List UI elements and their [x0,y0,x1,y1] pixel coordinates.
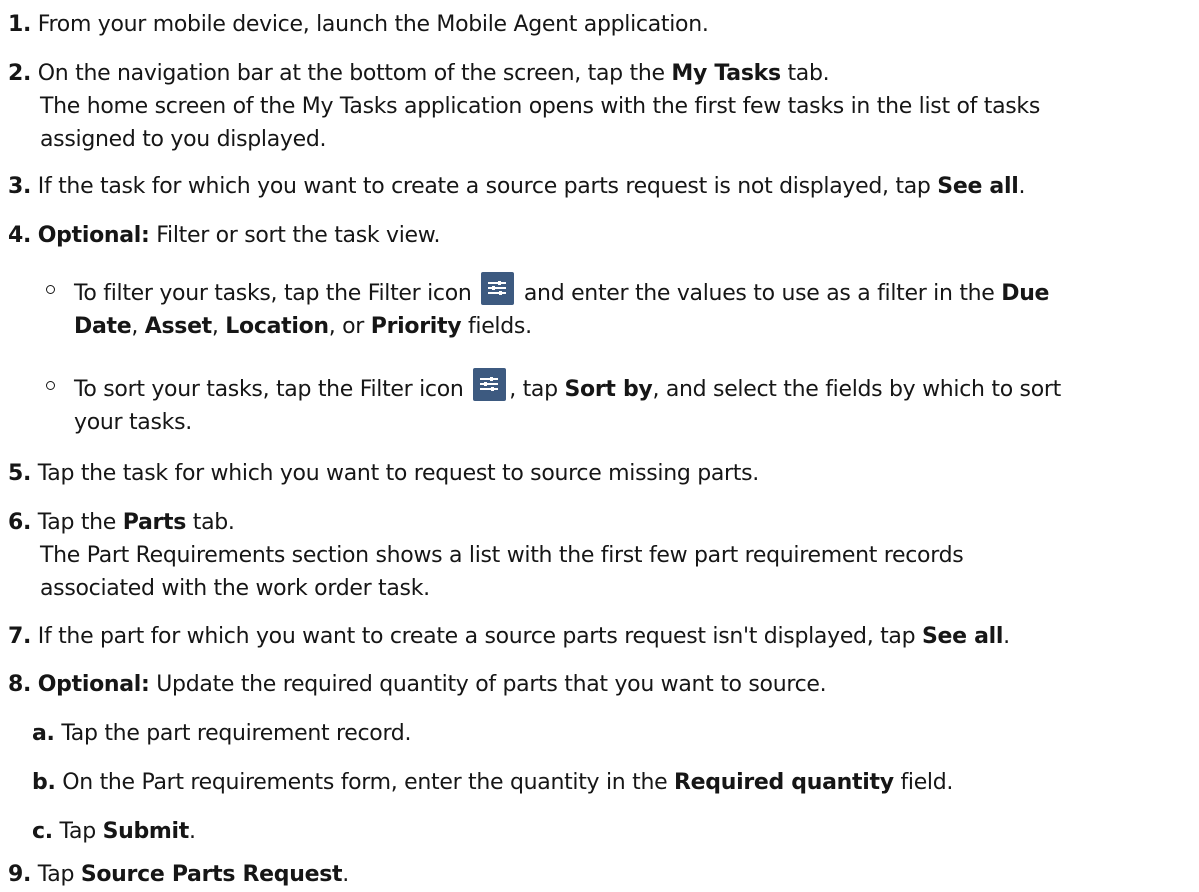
step-number: 9. [8,862,32,887]
step-text-end: . [342,862,349,887]
step-text: From your mobile device, launch the Mobi… [37,12,709,37]
step-text: If the part for which you want to create… [37,624,922,649]
step-number: 1. [8,12,32,37]
step-result-cont: assigned to you displayed. [40,127,327,152]
bullet-icon [46,285,55,294]
step-result-cont: associated with the work order task. [40,576,430,601]
bullet-text-end: fields. [461,314,532,339]
due-date-field-label: Due [1001,281,1050,306]
step-number: 5. [8,461,32,486]
step-number: 2. [8,61,32,86]
bullet-icon [46,381,55,390]
step-text: If the task for which you want to create… [37,174,938,199]
step-result: The Part Requirements section shows a li… [40,543,964,568]
step-number: 3. [8,174,32,199]
bullet-text-cont: , tap [509,377,565,402]
step-text: Tap [37,862,81,887]
substep-text-end: . [189,819,196,844]
step-6: 6. Tap the Parts tab. The Part Requireme… [8,506,1199,605]
step-text: Filter or sort the task view. [149,223,441,248]
bullet-text: To sort your tasks, tap the Filter icon [74,377,471,402]
bullet-text-line2: your tasks. [74,410,192,435]
see-all-label: See all [921,624,1004,649]
sort-by-label: Sort by [564,377,653,402]
step-text: Update the required quantity of parts th… [149,672,827,697]
location-field-label: Location [225,314,329,339]
step-4: 4. Optional: Filter or sort the task vie… [8,219,1199,252]
submit-label: Submit [102,819,190,844]
my-tasks-label: My Tasks [671,61,781,86]
filter-icon [481,272,515,305]
separator: , [131,314,145,339]
step-1: 1. From your mobile device, launch the M… [8,8,1199,41]
substep-b: b. On the Part requirements form, enter … [32,766,1199,799]
step-number: 7. [8,624,32,649]
bullet-text-end: , and select the fields by which to sort [652,377,1061,402]
source-parts-request-label: Source Parts Request [80,862,343,887]
step-number: 8. [8,672,32,697]
step-text-end: tab. [186,510,235,535]
substep-letter: a. [32,721,55,746]
substep-text: Tap [59,819,103,844]
required-quantity-label: Required quantity [674,770,894,795]
bullet-filter: To filter your tasks, tap the Filter ico… [46,272,1199,343]
substep-text-end: field. [893,770,954,795]
parts-tab-label: Parts [122,510,187,535]
step-text-end: . [1003,624,1010,649]
step-text-end: tab. [780,61,830,86]
step-text: On the navigation bar at the bottom of t… [37,61,672,86]
step-7: 7. If the part for which you want to cre… [8,620,1199,653]
optional-label: Optional: [37,223,150,248]
step-text: Tap the task for which you want to reque… [37,461,760,486]
step-5: 5. Tap the task for which you want to re… [8,457,1199,490]
separator: , or [328,314,371,339]
step-result: The home screen of the My Tasks applicat… [40,94,1041,119]
see-all-label: See all [937,174,1019,199]
bullet-text-cont: and enter the values to use as a filter … [517,281,1002,306]
priority-field-label: Priority [370,314,462,339]
asset-field-label: Asset [144,314,212,339]
substep-letter: b. [32,770,56,795]
separator: , [211,314,226,339]
substep-text: Tap the part requirement record. [61,721,412,746]
substep-text: On the Part requirements form, enter the… [62,770,675,795]
step-text-end: . [1018,174,1026,199]
step-2: 2. On the navigation bar at the bottom o… [8,57,1199,156]
due-date-field-label-cont: Date [74,314,132,339]
procedure-document: 1. From your mobile device, launch the M… [0,0,1199,892]
step-8: 8. Optional: Update the required quantit… [8,668,1199,701]
step-text: Tap the [37,510,123,535]
step-number: 4. [8,223,32,248]
substep-c: c. Tap Submit. [32,815,1199,848]
step-number: 6. [8,510,32,535]
step-9: 9. Tap Source Parts Request. [8,858,1199,891]
bullet-text: To filter your tasks, tap the Filter ico… [74,281,479,306]
step-3: 3. If the task for which you want to cre… [8,170,1199,203]
substep-a: a. Tap the part requirement record. [32,717,1199,750]
filter-icon [473,368,507,401]
substep-letter: c. [32,819,53,844]
optional-label: Optional: [37,672,150,697]
bullet-sort: To sort your tasks, tap the Filter icon … [46,368,1199,439]
